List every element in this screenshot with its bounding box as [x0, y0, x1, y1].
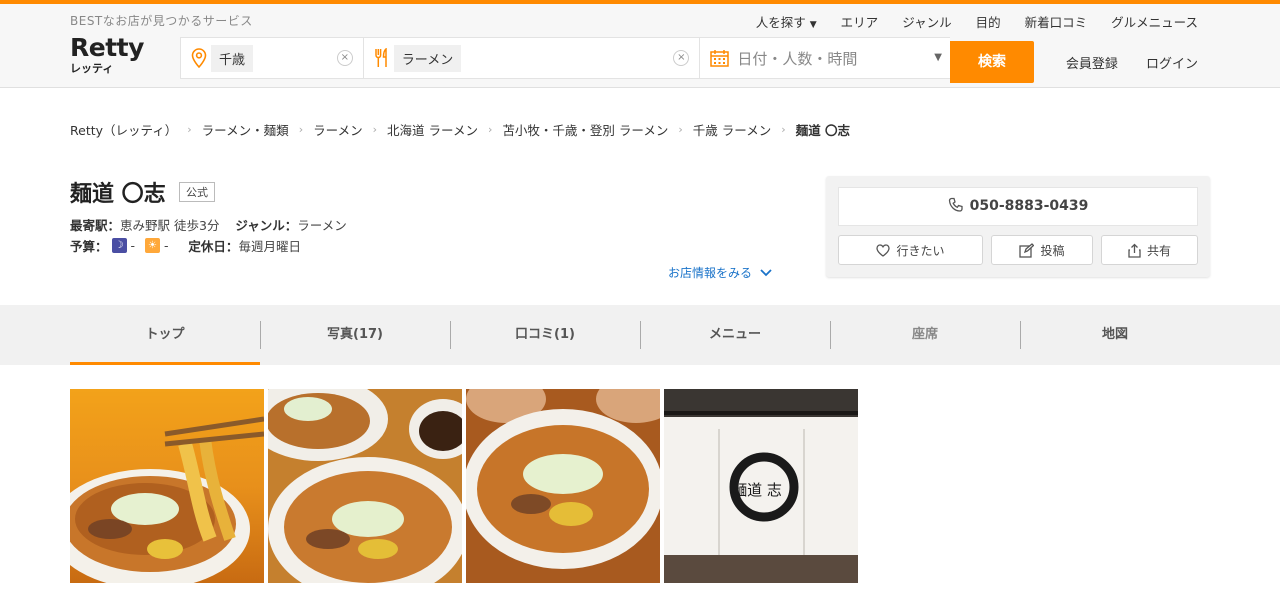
station-value: 恵み野駅 徒歩3分 — [120, 218, 220, 233]
holiday-label: 定休日： — [188, 239, 239, 254]
tagline: BESTなお店が見つかるサービス — [70, 14, 253, 28]
budget-day-value: - — [164, 238, 169, 253]
tab-top[interactable]: トップ — [70, 305, 260, 365]
logo-text: Retty — [70, 33, 144, 62]
breadcrumb-item[interactable]: Retty（レッティ） — [70, 120, 177, 139]
official-badge: 公式 — [179, 182, 215, 202]
tab-photos[interactable]: 写真(17) — [260, 305, 450, 365]
breadcrumb-item[interactable]: ラーメン — [313, 120, 363, 139]
genre-field[interactable]: ラーメン × — [364, 38, 701, 78]
nav-purpose[interactable]: 目的 — [976, 12, 1001, 31]
ramen-photo — [70, 389, 264, 583]
photo-ramen-closeup[interactable] — [466, 389, 660, 583]
want-to-go-label: 行きたい — [896, 243, 945, 258]
noren-brush-text: 麺道 志 — [732, 481, 782, 499]
ramen-photo — [268, 389, 462, 583]
date-placeholder: 日付・人数・時間 — [737, 49, 858, 68]
chevron-right-icon: › — [781, 123, 786, 136]
share-icon — [1128, 243, 1141, 258]
share-button[interactable]: 共有 — [1101, 235, 1198, 265]
nav-genre[interactable]: ジャンル — [902, 12, 951, 31]
share-label: 共有 — [1146, 243, 1171, 258]
phone-number: 050-8883-0439 — [969, 198, 1089, 214]
date-people-time-select[interactable]: 日付・人数・時間 ▼ — [700, 38, 950, 78]
nav-gourmet-news[interactable]: グルメニュース — [1111, 12, 1198, 31]
shop-tabs: トップ 写真(17) 口コミ(1) メニュー 座席 地図 — [0, 305, 1280, 365]
nav-area[interactable]: エリア — [841, 12, 879, 31]
search-button[interactable]: 検索 — [950, 41, 1034, 83]
site-header: BESTなお店が見つかるサービス Retty レッティ 人を探す ▼ エリア ジャ… — [0, 4, 1280, 88]
tab-menu[interactable]: メニュー — [640, 305, 830, 365]
tab-seats[interactable]: 座席 — [830, 305, 1020, 365]
shop-meta-line1: 最寄駅：恵み野駅 徒歩3分 ジャンル：ラーメン — [70, 215, 347, 234]
contact-panel: 050-8883-0439 行きたい 投稿 共有 — [826, 176, 1210, 277]
area-chip[interactable]: 千歳 — [211, 44, 254, 72]
location-pin-icon — [191, 48, 207, 68]
chevron-right-icon: › — [488, 123, 493, 136]
tab-map[interactable]: 地図 — [1020, 305, 1210, 365]
nav-new-reviews[interactable]: 新着口コミ — [1025, 12, 1088, 31]
post-label: 投稿 — [1040, 243, 1065, 258]
budget-label: 予算： — [70, 239, 108, 254]
register-link[interactable]: 会員登録 — [1066, 57, 1118, 72]
chevron-right-icon: › — [372, 123, 378, 136]
chevron-down-icon — [760, 269, 772, 277]
budget-night-value: - — [130, 238, 136, 253]
clear-genre-icon[interactable]: × — [673, 50, 690, 66]
breadcrumb-current: 麺道 〇志 — [795, 123, 851, 138]
chevron-right-icon: › — [298, 123, 304, 136]
shop-info-link-label: お店情報をみる — [668, 266, 753, 280]
heart-icon — [876, 243, 891, 257]
shop-info-link[interactable]: お店情報をみる — [668, 264, 772, 281]
shop-meta-line2: 予算： ☽ - ☀ - 定休日： 毎週月曜日 — [70, 236, 301, 255]
chevron-down-icon: ▼ — [809, 20, 817, 30]
photo-ramen-bowls[interactable] — [268, 389, 462, 583]
genre-value[interactable]: ラーメン — [297, 218, 347, 233]
phone-icon — [948, 197, 963, 212]
moon-icon: ☽ — [111, 238, 127, 253]
nav-find-people[interactable]: 人を探す ▼ — [756, 12, 817, 31]
calendar-icon — [710, 50, 730, 67]
shop-name: 麺道 〇志 — [70, 182, 166, 207]
breadcrumb-item[interactable]: ラーメン・麺類 — [202, 120, 289, 139]
post-button[interactable]: 投稿 — [991, 235, 1093, 265]
noren-photo: 麺道 志 — [664, 389, 858, 583]
sun-icon: ☀ — [145, 238, 161, 253]
breadcrumb-item[interactable]: 北海道 ラーメン — [387, 120, 478, 139]
login-link[interactable]: ログイン — [1146, 57, 1198, 72]
photo-shop-noren[interactable]: 麺道 志 — [664, 389, 858, 583]
genre-chip[interactable]: ラーメン — [393, 44, 462, 72]
breadcrumb: Retty（レッティ） › ラーメン・麺類 › ラーメン › 北海道 ラーメン › 苫小… — [70, 120, 850, 139]
fork-knife-icon — [375, 48, 387, 67]
area-field[interactable]: 千歳 × — [181, 38, 364, 78]
retty-logo[interactable]: Retty レッティ — [70, 34, 144, 76]
breadcrumb-item[interactable]: 千歳 ラーメン — [693, 120, 771, 139]
edit-icon — [1019, 242, 1035, 258]
search-bar: 千歳 × ラーメン × 日付・人数・時間 ▼ — [180, 37, 950, 79]
top-nav: 人を探す ▼ エリア ジャンル 目的 新着口コミ グルメニュース — [732, 12, 1198, 31]
holiday-value: 毎週月曜日 — [238, 239, 301, 254]
breadcrumb-item[interactable]: 苫小牧・千歳・登別 ラーメン — [502, 120, 668, 139]
tab-reviews[interactable]: 口コミ(1) — [450, 305, 640, 365]
ramen-photo — [466, 389, 660, 583]
station-label: 最寄駅： — [70, 218, 121, 233]
chevron-right-icon: › — [678, 123, 683, 136]
genre-label: ジャンル： — [235, 218, 298, 233]
auth-links: 会員登録 ログイン — [1042, 53, 1198, 72]
photo-ramen-noodle-lift[interactable] — [70, 389, 264, 583]
caret-down-icon: ▼ — [934, 52, 942, 63]
chevron-right-icon: › — [187, 123, 192, 136]
logo-subtext: レッティ — [70, 62, 114, 75]
phone-button[interactable]: 050-8883-0439 — [838, 187, 1198, 226]
want-to-go-button[interactable]: 行きたい — [838, 235, 983, 265]
clear-area-icon[interactable]: × — [336, 50, 353, 66]
